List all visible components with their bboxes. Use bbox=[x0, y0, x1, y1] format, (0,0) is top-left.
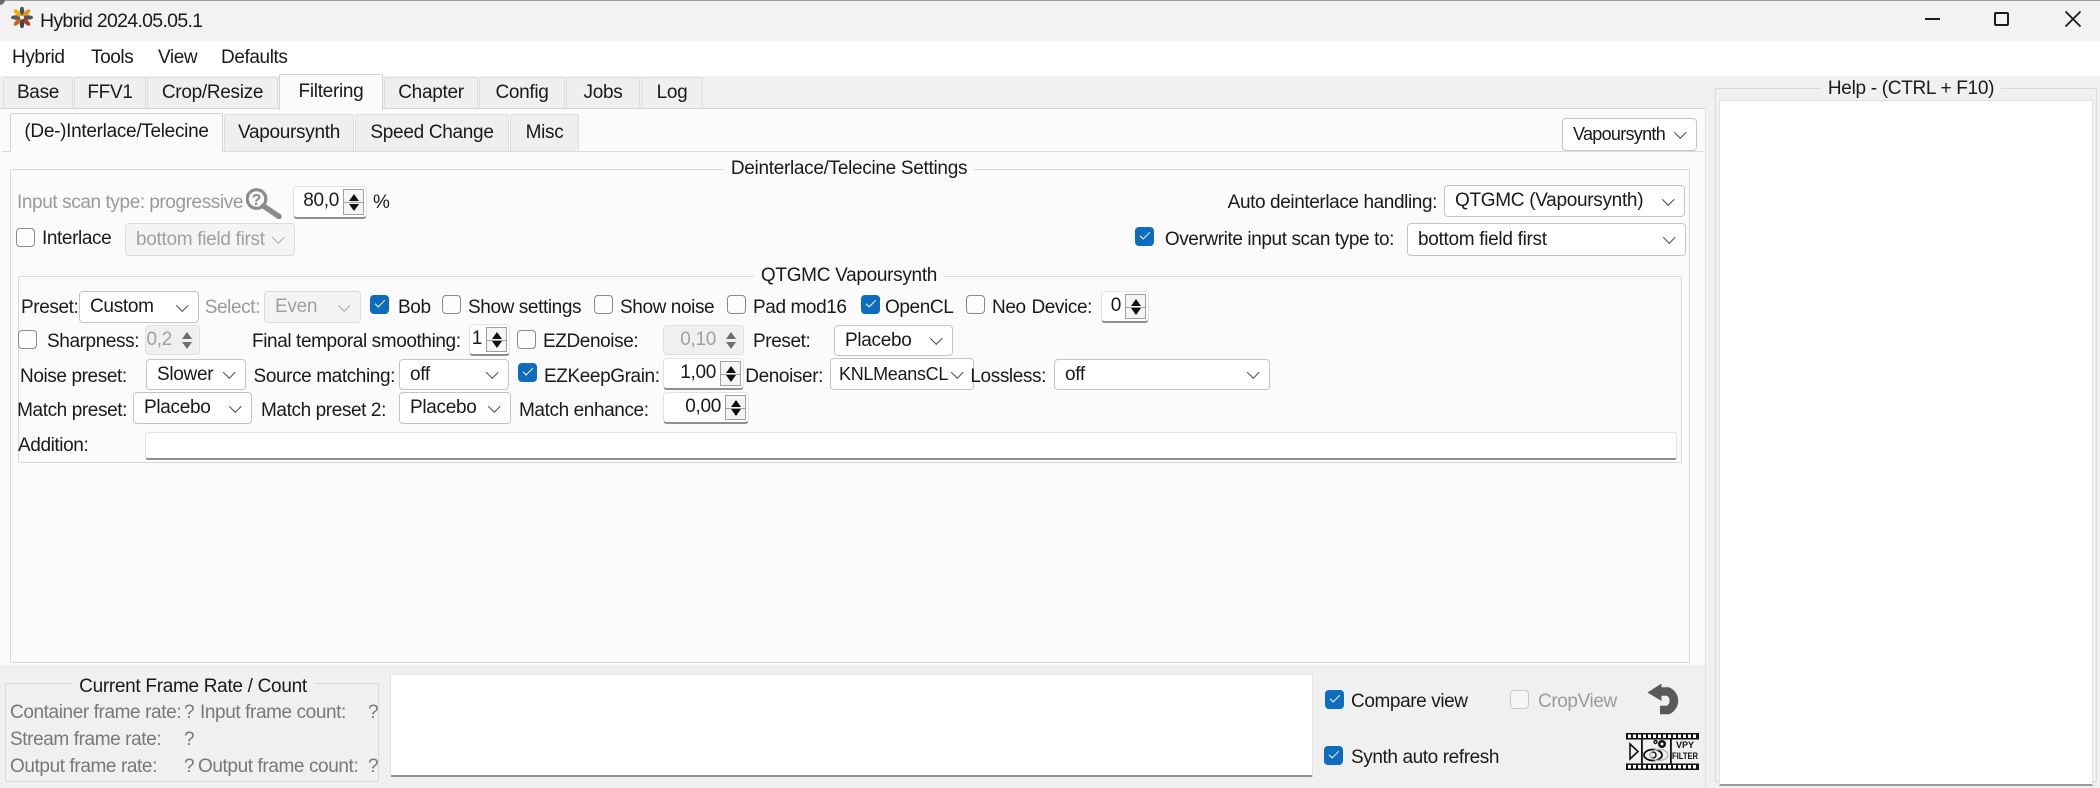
svg-text:FILTER: FILTER bbox=[1672, 751, 1698, 761]
svg-text:?: ? bbox=[252, 192, 261, 209]
svg-text:VPY: VPY bbox=[1676, 740, 1694, 750]
